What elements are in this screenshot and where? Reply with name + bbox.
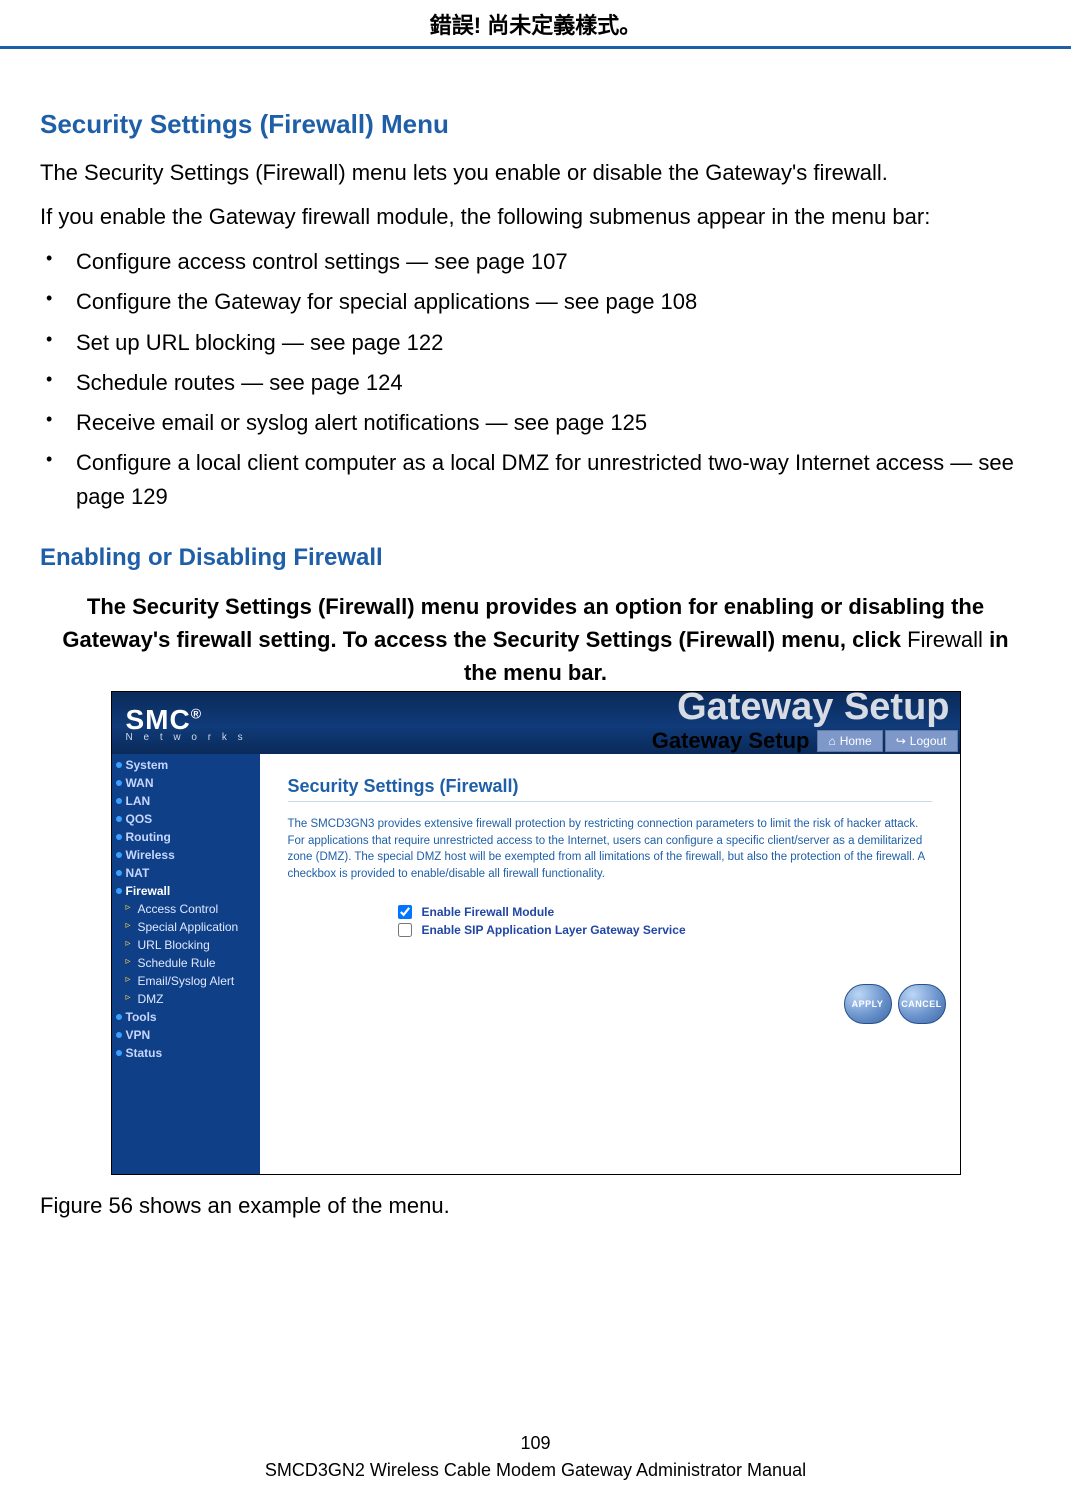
cancel-button[interactable]: CANCEL <box>898 984 946 1024</box>
figure-caption: Figure 56 shows an example of the menu. <box>40 1193 1031 1219</box>
screenshot-figure: SMC® N e t w o r k s Gateway Setup Gatew… <box>111 691 961 1175</box>
sidebar-item-firewall[interactable]: Firewall <box>112 882 260 900</box>
nav-sidebar: System WAN LAN QOS Routing Wireless NAT … <box>112 754 260 1174</box>
page-number: 109 <box>0 1433 1071 1454</box>
home-button[interactable]: ⌂Home <box>817 730 882 752</box>
panel-description: The SMCD3GN3 provides extensive firewall… <box>288 816 932 883</box>
enable-firewall-checkbox[interactable] <box>398 905 412 919</box>
instruction-highlight: Firewall <box>907 627 983 652</box>
sidebar-item-system[interactable]: System <box>112 756 260 774</box>
header-error: 錯誤! 尚未定義樣式。 <box>0 0 1071 46</box>
instruction-text-a: The Security Settings (Firewall) menu pr… <box>62 594 984 652</box>
section-heading-2: Enabling or Disabling Firewall <box>40 544 1031 572</box>
sidebar-item-nat[interactable]: NAT <box>112 864 260 882</box>
enable-sip-row[interactable]: Enable SIP Application Layer Gateway Ser… <box>398 923 932 937</box>
banner-subbar: Gateway Setup ⌂Home ↪Logout <box>652 728 958 754</box>
banner-watermark: Gateway Setup <box>677 686 949 729</box>
section-heading-1: Security Settings (Firewall) Menu <box>40 109 1031 140</box>
logout-icon: ↪ <box>896 734 906 748</box>
enable-firewall-label: Enable Firewall Module <box>422 905 555 919</box>
brand-subtext: N e t w o r k s <box>126 732 247 743</box>
list-item: Set up URL blocking — see page 122 <box>40 326 1031 360</box>
enable-sip-label: Enable SIP Application Layer Gateway Ser… <box>422 923 686 937</box>
sidebar-item-wan[interactable]: WAN <box>112 774 260 792</box>
app-banner: SMC® N e t w o r k s Gateway Setup Gatew… <box>112 692 960 754</box>
sidebar-sub-special-application[interactable]: Special Application <box>112 918 260 936</box>
action-button-row: APPLY CANCEL <box>844 984 946 1024</box>
intro-paragraph-2: If you enable the Gateway firewall modul… <box>40 202 1031 232</box>
content-panel: Security Settings (Firewall) The SMCD3GN… <box>260 754 960 1174</box>
sidebar-item-status[interactable]: Status <box>112 1044 260 1062</box>
sidebar-sub-dmz[interactable]: DMZ <box>112 990 260 1008</box>
gateway-setup-label: Gateway Setup <box>652 728 810 754</box>
list-item: Schedule routes — see page 124 <box>40 366 1031 400</box>
list-item: Configure access control settings — see … <box>40 245 1031 279</box>
page-footer: 109 SMCD3GN2 Wireless Cable Modem Gatewa… <box>0 1433 1071 1481</box>
manual-title: SMCD3GN2 Wireless Cable Modem Gateway Ad… <box>265 1460 806 1480</box>
instruction-paragraph: The Security Settings (Firewall) menu pr… <box>40 590 1031 689</box>
brand-logo: SMC® <box>126 704 203 735</box>
apply-button[interactable]: APPLY <box>844 984 892 1024</box>
sidebar-sub-url-blocking[interactable]: URL Blocking <box>112 936 260 954</box>
sidebar-item-routing[interactable]: Routing <box>112 828 260 846</box>
panel-title: Security Settings (Firewall) <box>288 776 932 797</box>
sidebar-item-qos[interactable]: QOS <box>112 810 260 828</box>
sidebar-item-wireless[interactable]: Wireless <box>112 846 260 864</box>
submenu-list: Configure access control settings — see … <box>40 245 1031 514</box>
sidebar-sub-access-control[interactable]: Access Control <box>112 900 260 918</box>
intro-paragraph-1: The Security Settings (Firewall) menu le… <box>40 158 1031 188</box>
header-divider <box>0 46 1071 49</box>
panel-divider <box>288 801 932 802</box>
sidebar-item-tools[interactable]: Tools <box>112 1008 260 1026</box>
sidebar-item-lan[interactable]: LAN <box>112 792 260 810</box>
enable-firewall-row[interactable]: Enable Firewall Module <box>398 905 932 919</box>
sidebar-sub-email-syslog-alert[interactable]: Email/Syslog Alert <box>112 972 260 990</box>
list-item: Receive email or syslog alert notificati… <box>40 406 1031 440</box>
home-icon: ⌂ <box>828 734 835 748</box>
list-item: Configure a local client computer as a l… <box>40 446 1031 514</box>
list-item: Configure the Gateway for special applic… <box>40 285 1031 319</box>
enable-sip-checkbox[interactable] <box>398 923 412 937</box>
sidebar-sub-schedule-rule[interactable]: Schedule Rule <box>112 954 260 972</box>
logout-button[interactable]: ↪Logout <box>885 730 958 752</box>
sidebar-item-vpn[interactable]: VPN <box>112 1026 260 1044</box>
